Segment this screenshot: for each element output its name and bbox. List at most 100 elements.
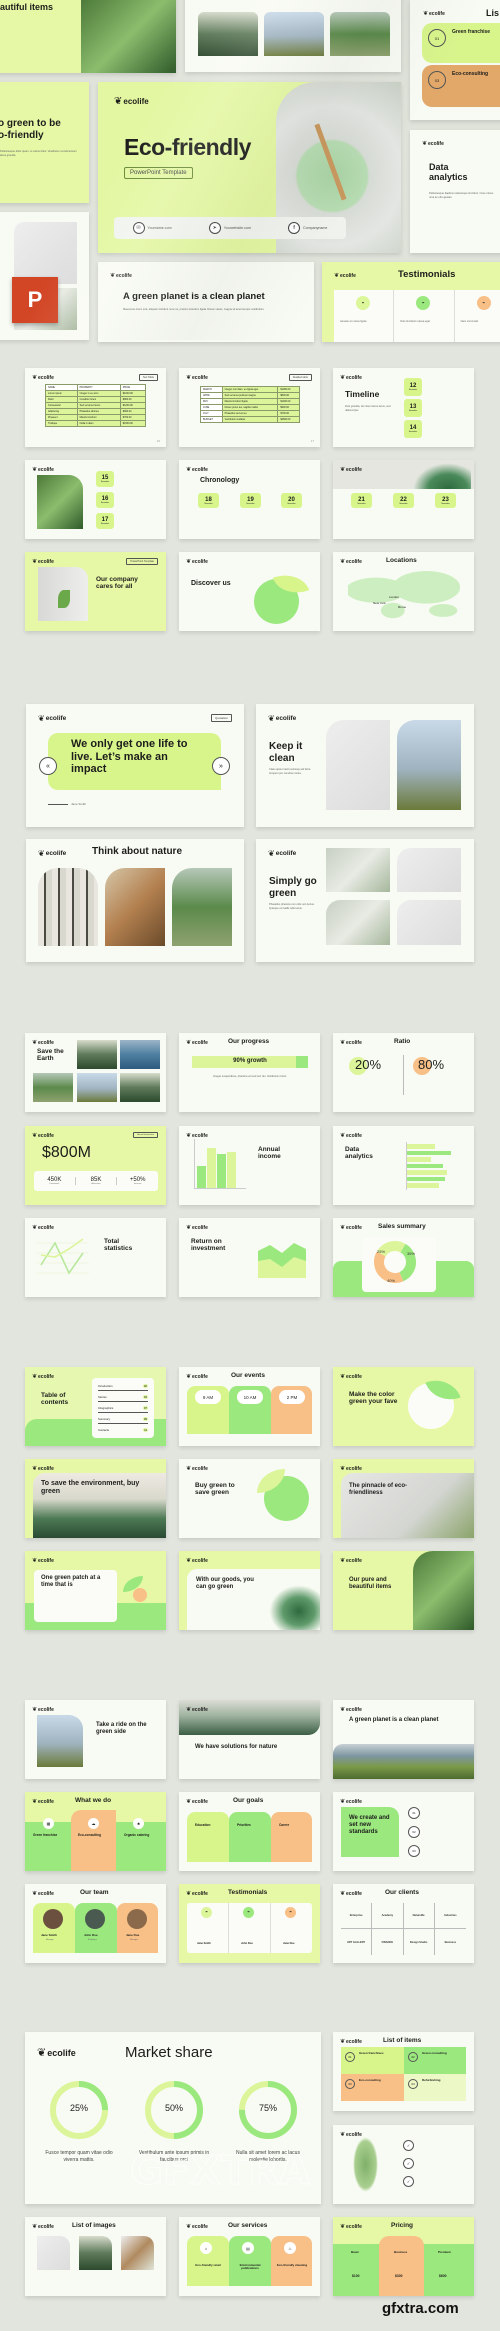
date-badge: 23 November [435, 493, 456, 508]
powerpoint-icon: P [12, 277, 58, 323]
slide-title: One green patch at a time that is [41, 1575, 101, 1588]
ecolife-logo: ❦ ecolife [110, 272, 132, 280]
slice-label: 25% [377, 1249, 386, 1254]
bar [217, 1154, 226, 1188]
contact-website[interactable]: ➤ Yourwebsite.com [208, 222, 251, 234]
contact-email[interactable]: ✉ Yourname.com [132, 222, 172, 234]
leaf-shape [58, 590, 70, 608]
bar [197, 1166, 206, 1188]
leaf-illustration [353, 2137, 378, 2192]
number-badge: 03 [428, 71, 446, 89]
slide-green-patch: ❦ ecolife One green patch at a time that … [25, 1551, 166, 1630]
slide-discover: ❦ ecolife Discover us [179, 552, 320, 631]
toc-item[interactable]: Stories 04 [98, 1393, 148, 1402]
slide-title: Our events [231, 1372, 265, 1379]
leaf-logo-icon: ❦ [340, 375, 346, 381]
plan-price: $300 [395, 2274, 403, 2278]
slide-toc: ❦ ecolife Table of contents Introduction 0… [25, 1367, 166, 1446]
slide-solutions: ❦ ecolife We have solutions for nature [179, 1700, 320, 1779]
avatar [43, 1909, 63, 1929]
slide-title: Market share [125, 2044, 213, 2061]
leaf-logo-icon: ❦ [340, 1558, 346, 1564]
ecolife-logo: ❦ ecolife [340, 1706, 362, 1714]
ecolife-logo: ❦ ecolife [340, 374, 362, 382]
leaf-logo-icon: ❦ [32, 1225, 38, 1231]
slide-data-analytics-2: ❦ ecolife Data analytics [333, 1126, 474, 1205]
leaf-logo-icon: ❦ [422, 141, 428, 147]
slide-title: Timeline [345, 389, 380, 399]
leaf-logo-icon: ❦ [186, 467, 192, 473]
number-badge: 01 [428, 29, 446, 47]
slide-goods: ❦ ecolife With our goods, you can go gree… [179, 1551, 320, 1630]
next-button[interactable]: » [212, 757, 230, 775]
area-chart [258, 1243, 306, 1278]
slide-goals: ❦ ecolife Our goals Education Priorities … [179, 1792, 320, 1871]
body-text: Integer suspendisse, pharetra vel sed or… [213, 1075, 287, 1078]
leaf-logo-icon: ❦ [340, 2039, 346, 2045]
bar [407, 1183, 439, 1188]
date-badge: 16 November [96, 492, 114, 508]
toc-item[interactable]: Contacts 11 [98, 1426, 148, 1434]
leaf-logo-icon: ❦ [268, 849, 275, 858]
slide-800m: ❦ ecolife Annual information $800M 450K Do… [25, 1126, 166, 1205]
slide-timeline-plant: ❦ ecolife 21 November 22 November 23 Novembe… [333, 460, 474, 539]
service-card: ▤ Environmental publications [229, 2236, 271, 2286]
ecolife-logo: ❦ ecolife [186, 2223, 208, 2231]
slide-table: ❦ ecolife Text Table NAME PROPERTY PRICE Lo… [25, 368, 166, 447]
list-item: 02 Green consulting [404, 2047, 466, 2074]
number-badge: 01 [408, 1807, 420, 1819]
leaf-logo-icon: ❦ [32, 1891, 38, 1897]
big-value: $800M [42, 1144, 91, 1161]
bar [407, 1157, 431, 1162]
forest-photo [330, 12, 390, 56]
ecolife-logo: ❦ ecolife [186, 1465, 208, 1473]
date-badge: 18 November [198, 493, 219, 508]
previous-button[interactable]: « [39, 757, 57, 775]
succulent-photo [413, 463, 471, 489]
toc-item[interactable]: Summary 09 [98, 1415, 148, 1424]
contact-facebook[interactable]: f Companyname [288, 222, 327, 234]
slide-title: Our pure and beautiful items [349, 1577, 392, 1590]
ecolife-logo: ❦ ecolife [340, 1557, 362, 1565]
slide-list: ❦ ecolife Lis 01 Green franchise 03 Eco-c… [410, 0, 500, 120]
leaf-logo-icon: ❦ [340, 1374, 346, 1380]
bar [407, 1150, 451, 1155]
slide-title: Data analytics [429, 162, 468, 183]
toc-item[interactable]: Introduction 02 [98, 1382, 148, 1391]
testimonial-card: ❞ Jane Doe [271, 1903, 312, 1953]
divider [403, 1055, 404, 1095]
team-card: Jane Doe Manager [117, 1903, 158, 1953]
slide-sales-summary: ❦ ecolife Sales summary 25% 35% 40% [333, 1218, 474, 1297]
slide-timeline: ❦ ecolife Timeline Duis gravida, dui risu… [333, 368, 474, 447]
client-logo: Enterprise [341, 1903, 373, 1929]
slide-title: Testimonials [228, 1889, 268, 1896]
pricing-column-business [379, 2236, 424, 2296]
slide-services: ❦ ecolife Our services ⌂ Eco-friendly reta… [179, 2217, 320, 2296]
ecolife-logo: ❦ ecolife [32, 1706, 54, 1714]
ecolife-logo: ❦ ecolife [32, 1798, 54, 1806]
tag: Annual information [133, 1132, 158, 1138]
ecolife-logo: ❦ ecolife [186, 1132, 208, 1140]
body-text: Pellentesque dapibus scelerisque tincidu… [429, 192, 494, 199]
slide-buy-green: ❦ ecolife To save the environment, buy gr… [25, 1459, 166, 1538]
leaf-logo-icon: ❦ [334, 273, 340, 279]
bar [227, 1152, 236, 1188]
ecolife-logo: ❦ ecolife [32, 2223, 54, 2231]
team-card: John Doe Employee [75, 1903, 117, 1953]
ring-label: 50% [164, 2103, 183, 2113]
watermark-text: GFXTRA [129, 2148, 311, 2195]
city-label: New York [373, 601, 386, 605]
ring-label: 75% [258, 2103, 277, 2113]
ecolife-logo: ❦ ecolife [38, 849, 67, 858]
quote-icon: ❞ [285, 1907, 296, 1918]
check-icon: ✓ [403, 2140, 414, 2151]
store-icon: ▦ [43, 1818, 54, 1829]
leaf-logo-icon: ❦ [32, 1558, 38, 1564]
client-logo: FINANCE [372, 1929, 404, 1955]
data-table: NAME PROPERTY PRICE Lorem ipsum Integer in … [45, 384, 147, 427]
photo [37, 2236, 70, 2270]
toc-item[interactable]: Infographics 07 [98, 1404, 148, 1413]
body-text: Maecenas lorem erat, aliquam tincidunt n… [123, 308, 265, 311]
data-table: MARCH Integer non diam, eu ligula eget $10… [200, 386, 300, 423]
slide-title: Save the Earth [37, 1048, 64, 1063]
